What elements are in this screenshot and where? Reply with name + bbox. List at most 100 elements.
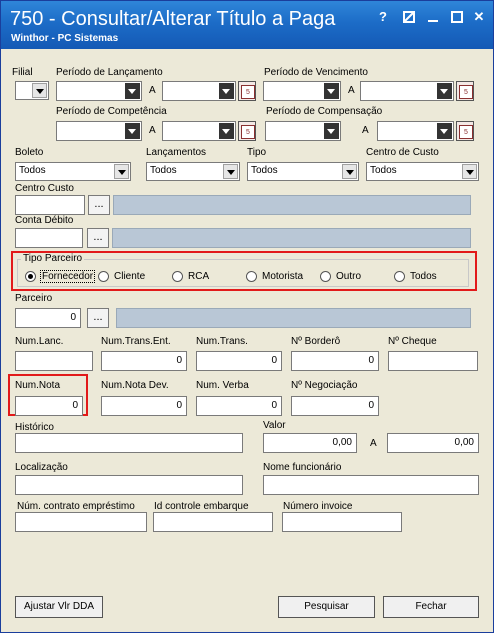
radio-motorista-label[interactable]: Motorista — [262, 271, 303, 282]
tipo-combo[interactable]: Todos — [247, 162, 359, 181]
num-nota-dev-input[interactable]: 0 — [101, 396, 187, 416]
num-lanc-input[interactable] — [15, 351, 93, 371]
chevron-down-icon[interactable] — [462, 164, 477, 179]
chevron-down-icon[interactable] — [324, 123, 339, 139]
num-trans-label: Num.Trans. — [196, 336, 248, 347]
calendar-day: 5 — [246, 89, 250, 96]
chevron-down-icon[interactable] — [219, 83, 234, 99]
contrato-input[interactable] — [15, 512, 147, 532]
radio-fornecedor[interactable] — [25, 271, 36, 282]
num-verba-input[interactable]: 0 — [196, 396, 282, 416]
vencimento-a-label: A — [348, 85, 355, 96]
centro-custo-description — [113, 195, 471, 215]
compensacao-start-date[interactable] — [265, 121, 341, 141]
calendar-icon[interactable]: 5 — [238, 81, 256, 101]
conta-debito-search-button[interactable]: ... — [87, 228, 109, 248]
parceiro-input[interactable]: 0 — [15, 308, 81, 328]
radio-todos-label[interactable]: Todos — [410, 271, 437, 282]
radio-fornecedor-label[interactable]: Fornecedor — [40, 270, 96, 283]
chevron-down-icon[interactable] — [437, 123, 452, 139]
num-nota-label: Num.Nota — [15, 380, 61, 391]
num-cheque-input[interactable] — [388, 351, 478, 371]
vencimento-start-date[interactable] — [263, 81, 341, 101]
historico-input[interactable] — [15, 433, 243, 453]
radio-outro-label[interactable]: Outro — [336, 271, 361, 282]
conta-debito-input[interactable] — [15, 228, 83, 248]
radio-cliente[interactable] — [98, 271, 109, 282]
help-button[interactable]: ? — [373, 8, 393, 26]
chevron-down-icon[interactable] — [32, 83, 47, 98]
embarque-input[interactable] — [153, 512, 273, 532]
title-bar: 750 - Consultar/Alterar Título a Paga Wi… — [1, 1, 493, 49]
chevron-down-icon[interactable] — [342, 164, 357, 179]
radio-rca[interactable] — [172, 271, 183, 282]
filial-combo[interactable] — [15, 81, 49, 100]
centro-custo-search-button[interactable]: ... — [88, 195, 110, 215]
centro-custo-combo-label: Centro de Custo — [366, 147, 439, 158]
num-bordero-input[interactable]: 0 — [291, 351, 379, 371]
num-trans-input[interactable]: 0 — [196, 351, 282, 371]
calendar-icon[interactable]: 5 — [238, 121, 256, 141]
fechar-button[interactable]: Fechar — [383, 596, 479, 618]
radio-cliente-label[interactable]: Cliente — [114, 271, 145, 282]
close-button[interactable]: ✕ — [469, 8, 489, 26]
chevron-down-icon[interactable] — [125, 123, 140, 139]
num-verba-label: Num. Verba — [196, 380, 249, 391]
num-bordero-label: Nº Borderô — [291, 336, 341, 347]
chevron-down-icon[interactable] — [114, 164, 129, 179]
maximize-button[interactable] — [447, 8, 467, 26]
chevron-down-icon[interactable] — [219, 123, 234, 139]
window-title: 750 - Consultar/Alterar Título a Paga — [10, 8, 336, 30]
chevron-down-icon[interactable] — [125, 83, 140, 99]
lancamentos-combo[interactable]: Todos — [146, 162, 240, 181]
parceiro-search-button[interactable]: ... — [87, 308, 109, 328]
minimize-icon — [428, 20, 438, 22]
boleto-combo[interactable]: Todos — [15, 162, 131, 181]
localizacao-input[interactable] — [15, 475, 243, 495]
boleto-value: Todos — [19, 165, 46, 176]
calendar-icon[interactable]: 5 — [456, 121, 474, 141]
calendar-day: 5 — [464, 89, 468, 96]
num-trans-ent-input[interactable]: 0 — [101, 351, 187, 371]
restore-icon — [403, 11, 415, 23]
radio-motorista[interactable] — [246, 271, 257, 282]
compensacao-end-date[interactable] — [377, 121, 454, 141]
valor-from-input[interactable]: 0,00 — [263, 433, 357, 453]
compensacao-a-label: A — [362, 125, 369, 136]
restore-button[interactable] — [399, 8, 419, 26]
contrato-label: Núm. contrato empréstimo — [17, 501, 135, 512]
radio-outro[interactable] — [320, 271, 331, 282]
competencia-start-date[interactable] — [56, 121, 142, 141]
chevron-down-icon[interactable] — [324, 83, 339, 99]
num-nota-input[interactable]: 0 — [15, 396, 83, 416]
competencia-a-label: A — [149, 125, 156, 136]
vencimento-end-date[interactable] — [360, 81, 454, 101]
valor-a-label: A — [370, 438, 377, 449]
valor-label: Valor — [263, 420, 286, 431]
pesquisar-button[interactable]: Pesquisar — [278, 596, 375, 618]
lancamentos-value: Todos — [150, 165, 177, 176]
embarque-label: Id controle embarque — [154, 501, 249, 512]
nome-funcionario-label: Nome funcionário — [263, 462, 342, 473]
chevron-down-icon[interactable] — [437, 83, 452, 99]
centro-custo-input[interactable] — [15, 195, 85, 215]
num-negociacao-input[interactable]: 0 — [291, 396, 379, 416]
calendar-icon[interactable]: 5 — [456, 81, 474, 101]
nome-funcionario-input[interactable] — [263, 475, 479, 495]
conta-debito-description — [112, 228, 471, 248]
periodo-compensacao-label: Período de Compensação — [266, 106, 383, 117]
centro-custo-value: Todos — [370, 165, 397, 176]
num-cheque-label: Nº Cheque — [388, 336, 437, 347]
invoice-input[interactable] — [282, 512, 402, 532]
valor-to-input[interactable]: 0,00 — [387, 433, 479, 453]
competencia-end-date[interactable] — [162, 121, 236, 141]
lancamento-start-date[interactable] — [56, 81, 142, 101]
radio-todos[interactable] — [394, 271, 405, 282]
centro-custo-combo[interactable]: Todos — [366, 162, 479, 181]
invoice-label: Número invoice — [283, 501, 353, 512]
lancamento-end-date[interactable] — [162, 81, 236, 101]
ajustar-vlr-dda-button[interactable]: Ajustar Vlr DDA — [15, 596, 103, 618]
chevron-down-icon[interactable] — [223, 164, 238, 179]
minimize-button[interactable] — [423, 8, 443, 26]
radio-rca-label[interactable]: RCA — [188, 271, 209, 282]
